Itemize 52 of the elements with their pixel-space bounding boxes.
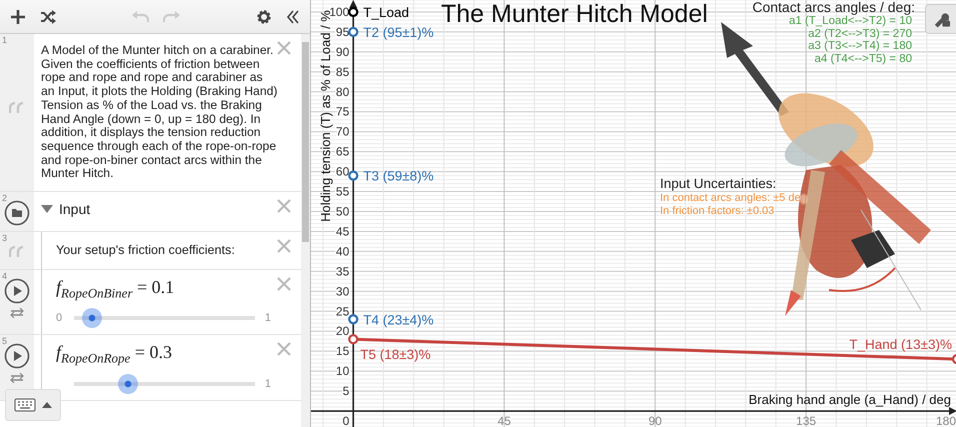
tick-label: 40 — [336, 244, 350, 258]
line-number: 3 — [2, 233, 8, 244]
note-line: In friction factors: ±0.03 — [660, 205, 776, 218]
tick-label: 85 — [336, 64, 350, 79]
tick-label: 80 — [336, 84, 350, 99]
line-number: 5 — [2, 336, 8, 346]
point-label: T_Load — [363, 4, 410, 20]
tick-label: 75 — [336, 104, 350, 119]
point-label: T3 (59±8)% — [363, 168, 434, 184]
tick-label: 95 — [336, 24, 350, 39]
point-label: T4 (23±4)% — [363, 312, 434, 328]
note-text: Your setup's friction coefficients: — [56, 242, 236, 260]
slider-expression[interactable]: f$_{RopeOnBiner}$ = 0.1 — [56, 276, 271, 304]
tick-label: 5 — [342, 384, 350, 398]
point-label: T5 (18±3)% — [360, 347, 431, 362]
tick-label: 65 — [336, 144, 350, 159]
tick-label: 90 — [648, 414, 662, 427]
note-line: a2 (T2<-->T3) = 270 — [808, 28, 912, 40]
note-line: a3 (T3<-->T4) = 180 — [808, 40, 912, 53]
tick-label: 90 — [336, 44, 350, 59]
tick-label: 135 — [796, 414, 816, 427]
tick-label: 35 — [336, 264, 350, 278]
line-number: 1 — [2, 35, 8, 45]
axis-label: Braking hand angle (a_Hand) / deg — [748, 392, 951, 408]
tick-label: 45 — [498, 414, 511, 427]
tick-label: 30 — [336, 284, 350, 298]
note-text: A Model of the Munter hitch on a carabiner. Given the coefficients of friction between rope and rope and rope and carabiner as an Input, it plots the Holding (Braking Hand) Tension as % of the Load vs. the Braking Hand Angle (down = 0, up = 180 deg). In addition, it displays the tension reduction sequence through each of the rope-on-rope and rope-on-biner contact arcs within the Munter Hitch. — [41, 42, 278, 182]
point-label: T_Hand (13±3)% — [849, 337, 952, 352]
slider-max: 1 — [264, 378, 271, 390]
note-line: a1 (T_Load<-->T2) = 10 — [788, 15, 912, 28]
tick-label: 15 — [336, 344, 350, 358]
tick-label: 20 — [336, 324, 350, 338]
note-line: a4 (T4<-->T5) = 80 — [814, 52, 912, 66]
tick-label: 50 — [336, 204, 350, 218]
slider-expression[interactable]: f$_{RopeOnRope}$ = 0.3 — [56, 341, 271, 370]
tick-label: 55 — [336, 184, 350, 199]
line-number: 4 — [2, 270, 8, 281]
slider-max: 1 — [264, 312, 271, 324]
tick-label: 60 — [336, 164, 350, 179]
tick-label: 180 — [936, 414, 956, 427]
slider-min: 0 — [56, 312, 64, 324]
tick-label: 0 — [342, 414, 350, 427]
folder-title: Input — [59, 201, 90, 218]
chart-title: The Munter Hitch Model — [441, 0, 708, 28]
tick-label: 45 — [336, 224, 350, 238]
note-heading: Contact arcs angles / deg: — [752, 0, 915, 15]
tick-label: 25 — [336, 304, 350, 318]
line-number: 2 — [2, 193, 8, 204]
tick-label: 70 — [336, 124, 350, 139]
note-heading: Input Uncertainties: — [660, 176, 778, 192]
point-label: T2 (95±1)% — [363, 24, 434, 40]
tick-label: 10 — [336, 364, 350, 378]
